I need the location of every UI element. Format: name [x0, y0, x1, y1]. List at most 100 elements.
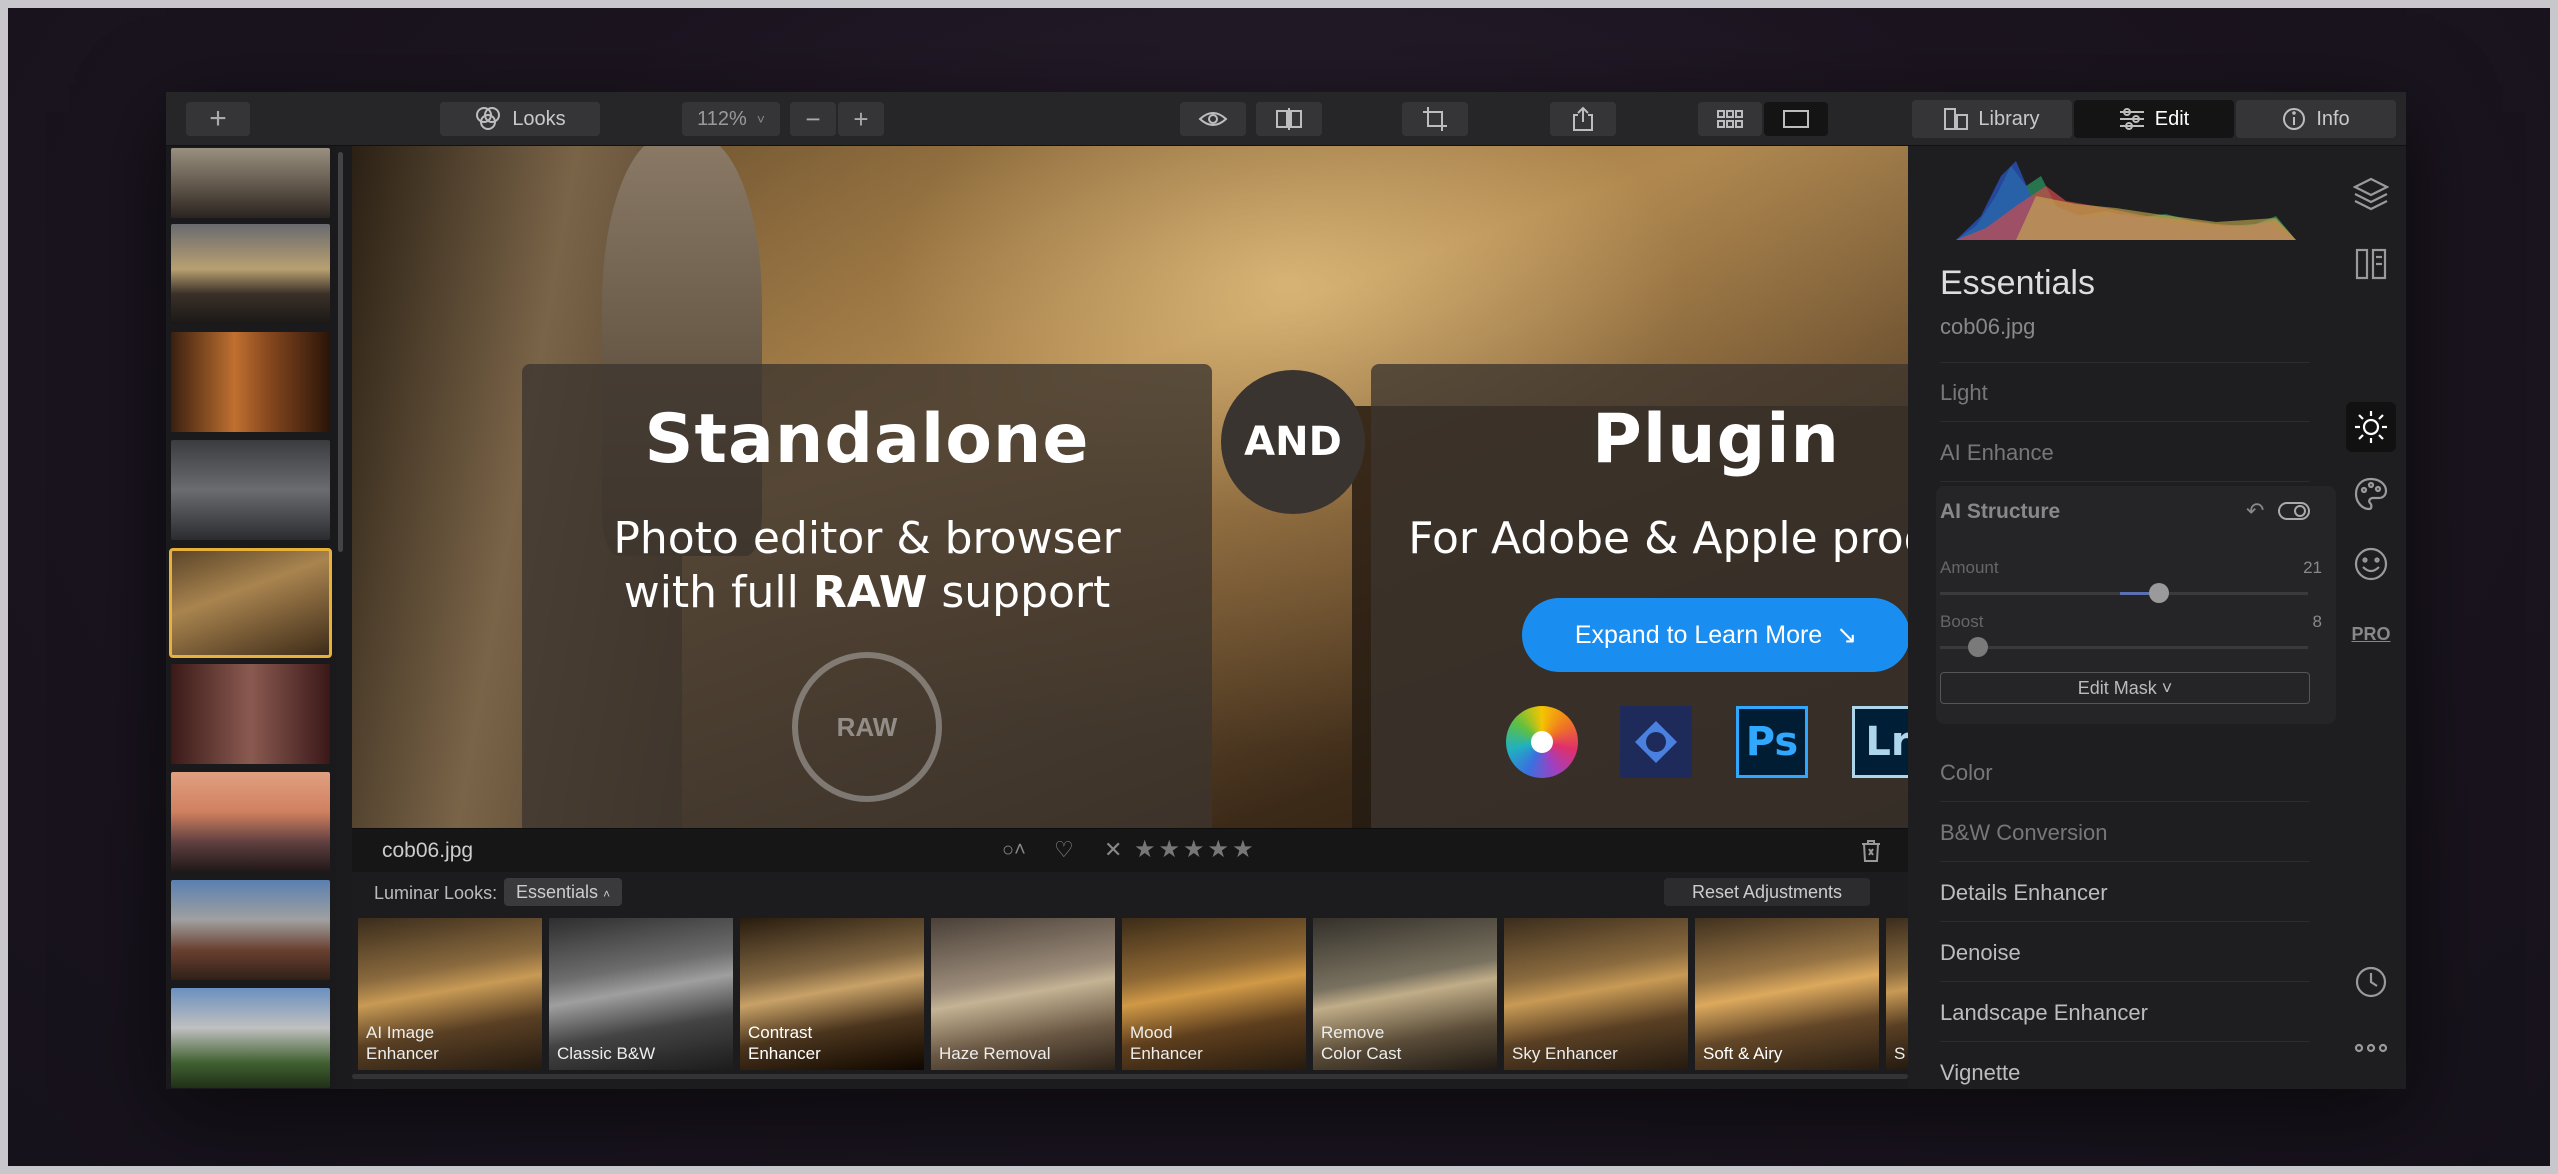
look-label-line1: AI Image	[366, 1023, 435, 1042]
look-label: AI Image Enhancer	[366, 1022, 439, 1064]
raw-logo-text: RAW	[836, 711, 898, 742]
panel-title: Essentials	[1940, 264, 2095, 302]
reset-adjustments-button[interactable]: Reset Adjustments	[1664, 878, 1870, 906]
canvas-icon[interactable]	[2349, 242, 2393, 286]
panel-item-bw-conversion[interactable]: B&W Conversion	[1940, 804, 2310, 862]
undo-icon[interactable]: ↶	[2246, 498, 2264, 524]
standalone-line2: with full RAW support	[522, 566, 1212, 620]
color-label-icon[interactable]: ○˄	[1002, 839, 1026, 862]
panel-item-landscape-enhancer[interactable]: Landscape Enhancer	[1940, 984, 2310, 1042]
tab-library-label: Library	[1978, 107, 2040, 130]
gallery-view-button[interactable]	[1698, 102, 1762, 136]
filmstrip-thumb[interactable]	[171, 148, 330, 218]
looks-label: Looks	[512, 107, 566, 130]
filmstrip-thumb[interactable]	[171, 440, 330, 540]
sliders-icon	[2119, 108, 2144, 130]
filmstrip-thumb[interactable]	[171, 664, 330, 764]
filmstrip-thumb[interactable]	[171, 772, 330, 872]
look-ai-image-enhancer[interactable]: AI Image Enhancer	[358, 918, 542, 1070]
crop-button[interactable]	[1402, 102, 1468, 136]
share-button[interactable]	[1550, 102, 1616, 136]
look-sky-enhancer[interactable]: Sky Enhancer	[1504, 918, 1688, 1070]
look-remove-color-cast[interactable]: Remove Color Cast	[1313, 918, 1497, 1070]
zoom-out-button[interactable]: −	[790, 102, 836, 136]
panel-item-ai-enhance[interactable]: AI Enhance	[1940, 424, 2310, 482]
filmstrip-scrollbar[interactable]	[338, 152, 343, 552]
looks-collection-select[interactable]: Essentials ˄	[504, 878, 623, 906]
filmstrip-thumb[interactable]	[171, 880, 330, 980]
look-label-line1: S	[1894, 1044, 1906, 1063]
look-label-line1: Contrast	[748, 1023, 813, 1042]
look-haze-removal[interactable]: Haze Removal	[931, 918, 1115, 1070]
reject-icon[interactable]: ✕	[1104, 837, 1122, 863]
tab-info[interactable]: Info	[2236, 100, 2396, 138]
zoom-select[interactable]: 112% ˅	[682, 102, 780, 136]
amount-slider-track[interactable]	[1940, 583, 2308, 603]
panel-item-color[interactable]: Color	[1940, 744, 2310, 802]
single-view-button[interactable]	[1764, 102, 1828, 136]
add-button[interactable]: +	[186, 102, 250, 136]
star-rating[interactable]: ★★★★★	[1134, 835, 1257, 864]
more-options-icon[interactable]	[2349, 1026, 2393, 1070]
filmstrip-thumb[interactable]	[171, 224, 330, 324]
amount-slider-knob[interactable]	[2149, 583, 2169, 603]
info-icon	[2283, 108, 2306, 130]
look-partial[interactable]: S	[1886, 918, 1908, 1070]
standalone-title: Standalone	[644, 400, 1090, 479]
layers-icon[interactable]	[2349, 172, 2393, 216]
panel-item-light[interactable]: Light	[1940, 364, 2310, 422]
ai-structure-section: AI Structure ↶ Amount 21 Boost 8 Edit Ma…	[1936, 486, 2336, 724]
look-label-line2: Enhancer	[366, 1044, 439, 1063]
line2-post: support	[927, 567, 1111, 618]
divider	[1940, 362, 2310, 363]
panel-item-vignette[interactable]: Vignette	[1940, 1044, 2310, 1089]
panel-item-details-enhancer[interactable]: Details Enhancer	[1940, 864, 2310, 922]
crop-icon	[1423, 107, 1447, 131]
boost-slider-track[interactable]	[1940, 637, 2308, 657]
apple-photos-icon	[1506, 706, 1578, 778]
look-label: Haze Removal	[939, 1043, 1051, 1064]
raw-aperture-icon: RAW	[792, 652, 942, 802]
library-icon	[1944, 108, 1969, 130]
boost-slider-knob[interactable]	[1968, 637, 1988, 657]
compare-button[interactable]	[1256, 102, 1322, 136]
photoshop-elements-icon	[1620, 706, 1692, 778]
expand-learn-more-button[interactable]: Expand to Learn More ↘	[1522, 598, 1910, 672]
look-classic-bw[interactable]: Classic B&W	[549, 918, 733, 1070]
look-label: Sky Enhancer	[1512, 1043, 1618, 1064]
edit-mask-button[interactable]: Edit Mask ˅	[1940, 672, 2310, 704]
minus-icon: −	[805, 103, 821, 134]
panel-filename: cob06.jpg	[1940, 314, 2036, 339]
eye-icon	[1198, 112, 1228, 126]
sun-icon[interactable]	[2346, 402, 2396, 452]
amount-value: 21	[2303, 558, 2322, 577]
portrait-face-icon[interactable]	[2349, 542, 2393, 586]
heart-icon[interactable]: ♡	[1054, 837, 1074, 863]
tab-edit[interactable]: Edit	[2074, 100, 2234, 138]
zoom-in-button[interactable]: +	[838, 102, 884, 136]
looks-button[interactable]: Looks	[440, 102, 600, 136]
panel-item-denoise[interactable]: Denoise	[1940, 924, 2310, 982]
filmstrip-thumb[interactable]	[171, 988, 330, 1088]
trash-icon[interactable]	[1860, 839, 1882, 863]
luminar-window: + Looks 112% ˅ − + Library Edit Info Sta…	[166, 92, 2406, 1089]
look-label-line1: Classic B&W	[557, 1044, 656, 1063]
filmstrip-thumb-selected[interactable]	[169, 548, 332, 658]
look-label-line2: Color Cast	[1321, 1044, 1402, 1063]
look-mood-enhancer[interactable]: Mood Enhancer	[1122, 918, 1306, 1070]
pro-tools-icon[interactable]: PRO	[2349, 612, 2393, 656]
look-label-line1: Haze Removal	[939, 1044, 1051, 1063]
history-clock-icon[interactable]	[2349, 960, 2393, 1004]
looks-scrollbar[interactable]	[352, 1074, 1908, 1079]
preview-toggle-button[interactable]	[1180, 102, 1246, 136]
photoshop-icon: Ps	[1736, 706, 1808, 778]
looks-bar: Luminar Looks: Essentials ˄ Reset Adjust…	[352, 872, 1908, 912]
filmstrip-thumb[interactable]	[171, 332, 330, 432]
look-soft-airy[interactable]: Soft & Airy	[1695, 918, 1879, 1070]
palette-icon[interactable]	[2349, 472, 2393, 516]
look-label: S	[1894, 1043, 1905, 1064]
toggle-visibility-icon[interactable]	[2278, 502, 2310, 520]
tab-library[interactable]: Library	[1912, 100, 2072, 138]
grid-icon	[1717, 110, 1743, 128]
look-contrast-enhancer[interactable]: Contrast Enhancer	[740, 918, 924, 1070]
